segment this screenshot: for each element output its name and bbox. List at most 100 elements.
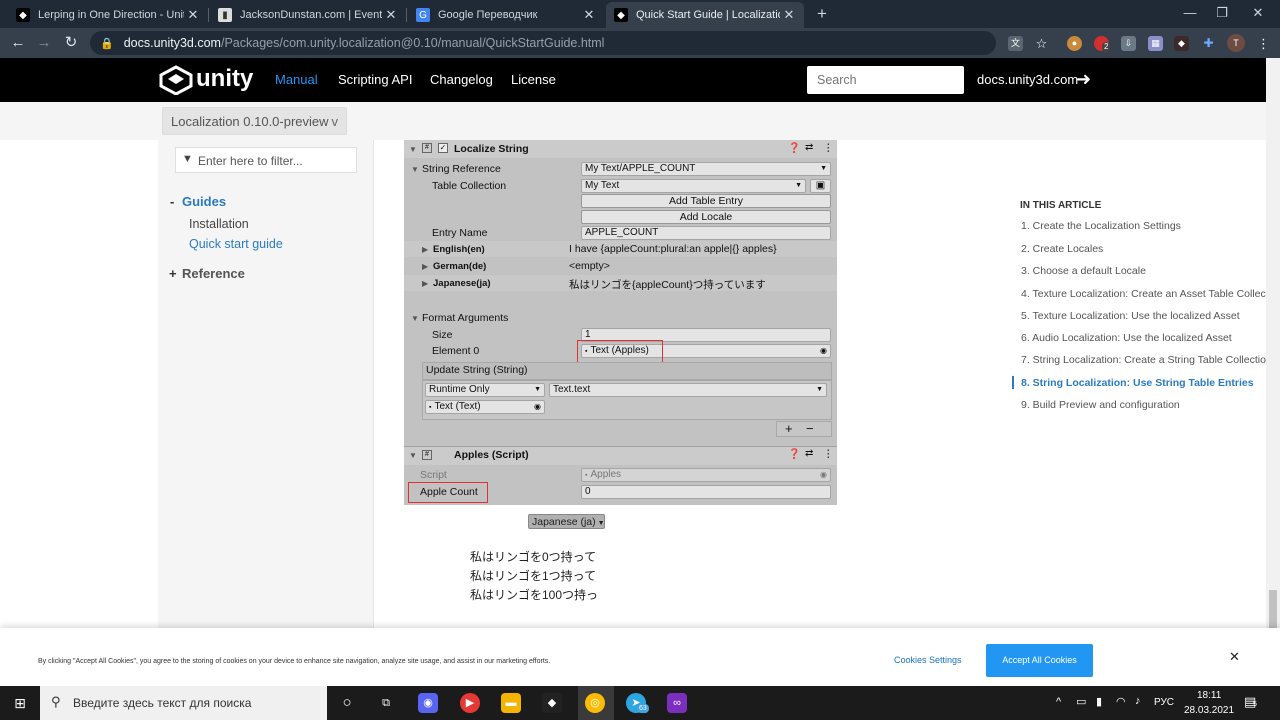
- object-picker-icon: ◉: [534, 402, 541, 411]
- browser-tab[interactable]: G Google Переводчик ✕: [408, 2, 604, 28]
- clock-time[interactable]: 18:11: [1197, 690, 1221, 701]
- close-icon[interactable]: ✕: [382, 7, 400, 23]
- taskbar: ⊞ ⚲ Введите здесь текст для поиска ○ ⧉ ◉…: [0, 686, 1280, 720]
- puzzle-icon[interactable]: ✚: [1201, 36, 1216, 51]
- task-view-icon[interactable]: ⧉: [376, 693, 396, 713]
- network-icon[interactable]: ▭: [1076, 695, 1086, 708]
- cookies-settings-link[interactable]: Cookies Settings: [894, 655, 962, 665]
- bookmark-star-icon[interactable]: ☆: [1034, 36, 1049, 51]
- script-icon: #: [422, 143, 432, 153]
- scrollbar-thumb[interactable]: [1269, 590, 1277, 628]
- lock-icon: 🔒: [100, 37, 114, 50]
- close-window-icon[interactable]: ✕: [1238, 0, 1278, 26]
- visual-studio-icon[interactable]: ∞: [667, 693, 687, 713]
- foldout-right-icon: ▶: [422, 245, 429, 254]
- windows-start-icon[interactable]: ⊞: [10, 693, 30, 713]
- arrow-right-icon[interactable]: ➜: [1076, 69, 1091, 90]
- logo-text[interactable]: unity: [196, 65, 253, 93]
- file-explorer-icon[interactable]: ▬: [501, 693, 521, 713]
- toc-item-active[interactable]: 8. String Localization: Use String Table…: [1021, 377, 1254, 389]
- volume-icon[interactable]: ♪: [1135, 695, 1141, 707]
- nav-scripting-api[interactable]: Scripting API: [338, 72, 412, 87]
- nav-license[interactable]: License: [511, 72, 556, 87]
- highlight-box: [408, 482, 488, 503]
- address-bar[interactable]: 🔒 docs.unity3d.com/Packages/com.unity.lo…: [90, 31, 996, 55]
- clock-date[interactable]: 28.03.2021: [1184, 705, 1234, 716]
- unity-icon[interactable]: ◆: [542, 693, 562, 713]
- close-icon[interactable]: ✕: [580, 7, 598, 23]
- nav-manual[interactable]: Manual: [275, 72, 318, 87]
- browser-toolbar: ← → ↻ 🔒 docs.unity3d.com/Packages/com.un…: [0, 28, 1280, 58]
- notifications-icon[interactable]: ▤ 5: [1244, 694, 1257, 710]
- language-indicator[interactable]: РУС: [1154, 697, 1174, 708]
- toc-item[interactable]: 9. Build Preview and configuration: [1021, 399, 1180, 411]
- toc-item[interactable]: 7. String Localization: Create a String …: [1021, 354, 1272, 366]
- extension-badge: 2: [1102, 42, 1111, 52]
- toc-item[interactable]: 6. Audio Localization: Use the localized…: [1021, 332, 1232, 344]
- forward-icon[interactable]: →: [34, 33, 54, 53]
- browser-tab[interactable]: ▮ JacksonDunstan.com | Event Perf ✕: [210, 2, 406, 28]
- extension-icon[interactable]: ▦: [1148, 36, 1163, 51]
- taskbar-search[interactable]: ⚲ Введите здесь текст для поиска: [40, 686, 327, 720]
- extension-icon[interactable]: ◆: [1174, 36, 1189, 51]
- entry-name-label: Entry Name: [432, 227, 488, 239]
- download-icon[interactable]: ⇩: [1121, 36, 1136, 51]
- toc-item[interactable]: 2. Create Locales: [1021, 243, 1103, 255]
- sidebar-item-reference[interactable]: Reference: [182, 266, 245, 281]
- accept-cookies-button[interactable]: Accept All Cookies: [986, 644, 1093, 677]
- translate-icon[interactable]: 文: [1008, 36, 1023, 51]
- browser-tab[interactable]: ◆ Lerping in One Direction - Unity ✕: [8, 2, 208, 28]
- toc-item[interactable]: 5. Texture Localization: Use the localiz…: [1021, 310, 1240, 322]
- chrome-icon[interactable]: ◎: [585, 693, 605, 713]
- sidebar-item-guides[interactable]: Guides: [182, 194, 226, 209]
- search-input[interactable]: [807, 66, 964, 94]
- back-icon[interactable]: ←: [8, 33, 28, 53]
- menu-dots-icon: ⋮: [823, 142, 834, 154]
- video-player-icon[interactable]: ▶: [460, 693, 480, 713]
- filter-input[interactable]: ▼ Enter here to filter...: [175, 147, 357, 173]
- toc-item[interactable]: 4. Texture Localization: Create an Asset…: [1021, 288, 1266, 300]
- foldout-icon: ▼: [411, 314, 419, 323]
- dropdown-icon: ▼: [820, 165, 827, 172]
- nav-changelog[interactable]: Changelog: [430, 72, 493, 87]
- close-icon[interactable]: ✕: [184, 7, 202, 23]
- maximize-icon[interactable]: ❐: [1202, 0, 1242, 26]
- close-icon[interactable]: ✕: [1229, 649, 1240, 665]
- language-dropdown-image: Japanese (ja) ▼: [528, 514, 605, 529]
- wifi-icon[interactable]: ◠: [1116, 695, 1126, 708]
- sidebar-item-quick-start[interactable]: Quick start guide: [189, 237, 283, 251]
- version-select[interactable]: Localization 0.10.0-preview v: [162, 107, 347, 135]
- profile-initial: T: [1233, 38, 1239, 48]
- toc-item[interactable]: 1. Create the Localization Settings: [1021, 220, 1181, 232]
- new-tab-icon[interactable]: +: [812, 4, 832, 24]
- apple-count-field: 0: [581, 485, 831, 499]
- reference-toggle-icon[interactable]: +: [169, 266, 177, 281]
- telegram-icon[interactable]: ➤ 63: [626, 693, 649, 713]
- unity-logo-icon[interactable]: [158, 65, 194, 96]
- tray-chevron-icon[interactable]: ^: [1056, 696, 1061, 708]
- function-value: Text.text: [553, 384, 591, 395]
- reload-icon[interactable]: ↻: [61, 33, 81, 53]
- filter-icon: ▼: [182, 153, 193, 165]
- avatar[interactable]: T: [1227, 34, 1245, 52]
- cookie-extension-icon[interactable]: ●: [1067, 36, 1082, 51]
- browser-tab-active[interactable]: ◆ Quick Start Guide | Localization | ✕: [606, 2, 804, 28]
- entry-name-field: APPLE_COUNT: [581, 226, 831, 240]
- guides-toggle-icon[interactable]: -: [170, 194, 174, 209]
- menu-dots-icon[interactable]: ⋮: [1256, 36, 1271, 51]
- sidebar-item-installation[interactable]: Installation: [189, 217, 249, 231]
- close-icon[interactable]: ✕: [780, 7, 798, 23]
- cortana-icon[interactable]: ○: [337, 693, 357, 713]
- telegram-badge: 63: [637, 704, 649, 713]
- table-collection-field: My Text ▼: [581, 179, 806, 193]
- page-scrollbar[interactable]: [1266, 58, 1280, 628]
- extension-icon[interactable]: 2: [1094, 36, 1111, 52]
- docs-link[interactable]: docs.unity3d.com: [977, 72, 1078, 87]
- script-icon: #: [422, 450, 432, 460]
- toc-item[interactable]: 3. Choose a default Locale: [1021, 265, 1146, 277]
- discord-icon[interactable]: ◉: [418, 693, 438, 713]
- battery-icon[interactable]: ▮: [1096, 695, 1102, 708]
- function-dropdown: Text.text ▼: [549, 383, 827, 397]
- size-label: Size: [432, 329, 453, 341]
- foldout-right-icon: ▶: [422, 262, 429, 271]
